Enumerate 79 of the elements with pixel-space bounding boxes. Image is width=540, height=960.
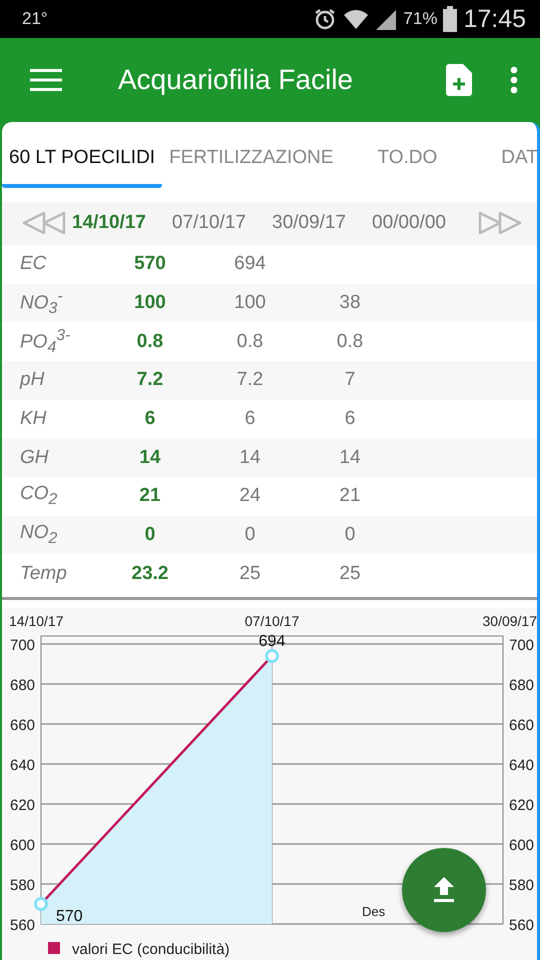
parameter-value: 6 [244,408,256,430]
parameter-value: 7.2 [236,369,264,392]
upload-button[interactable] [402,848,486,932]
y-axis-label: 660 [10,716,36,734]
y-axis-label: 700 [509,636,534,654]
parameter-name: KH [19,408,48,430]
parameter-value: 694 [233,253,267,276]
y-axis-label: 640 [10,756,36,774]
data-point [265,648,279,663]
parameter-value: 0 [244,524,256,546]
y-axis-label: 580 [509,876,534,894]
y-axis-label: 620 [10,796,36,814]
y-axis-label: 600 [509,836,534,854]
parameter-value: 23.2 [130,562,170,585]
date-label[interactable]: 30/09/17 [272,212,366,234]
parameter-value: 6 [144,408,156,430]
y-axis-label: 680 [10,676,36,694]
parameter-value: 570 [133,253,167,276]
tab[interactable]: 60 LT POECILIDI [2,132,162,188]
x-axis-label: 14/10/17 [9,612,64,629]
parameter-value: 0.8 [236,330,264,353]
parameter-value: 21 [138,485,162,508]
battery-text: 71% [403,9,438,29]
y-axis-label: 640 [509,756,534,774]
y-axis-label: 700 [10,636,36,654]
parameter-value: 21 [338,485,362,508]
y-axis-label: 680 [509,676,534,694]
legend-label: valori EC (conducibilità) [72,940,230,958]
parameter-name: GH [19,446,50,469]
tab[interactable]: TO.DO [370,132,444,188]
x-axis-label: 30/09/17 [482,612,537,629]
double-right-arrow-icon [478,211,522,236]
app-title: Acquariofilia Facile [118,64,354,96]
parameter-value: 25 [238,562,262,585]
parameter-value: 14 [138,446,162,469]
y-axis-label: 560 [509,916,534,934]
parameter-value: 6 [344,408,356,430]
legend-swatch [48,942,60,954]
add-file-icon [446,64,472,96]
alarm-icon [313,7,338,31]
parameter-value: 25 [338,562,362,585]
y-axis-label: 660 [509,716,534,734]
parameter-value: 0 [344,524,356,546]
parameter-value: 100 [233,292,267,314]
parameter-value: 7 [344,369,356,392]
y-axis-label: 560 [10,916,36,934]
data-point [34,896,48,911]
parameter-value: 0 [144,524,156,546]
temperature-text: 21° [22,9,48,29]
parameter-name: pH [18,369,46,392]
parameter-value: 0.8 [336,330,364,353]
chart-description: Des [362,904,386,919]
parameter-name: Temp [19,562,68,585]
x-axis-label: 07/10/17 [244,612,300,629]
data-label: 570 [56,908,83,925]
date-label[interactable]: 00/00/00 [372,212,472,234]
parameter-value: 38 [338,292,362,314]
parameter-value: 14 [338,446,362,469]
y-axis-label: 620 [509,796,534,814]
parameter-name: EC [19,253,48,276]
parameter-value: 0.8 [136,330,164,353]
parameter-value: 100 [133,292,167,314]
wifi-icon [343,7,370,31]
parameter-value: 14 [238,446,262,469]
battery-icon [443,6,458,32]
parameter-name: NO$_{2}$ [19,522,58,548]
clock-text: 17:45 [463,4,526,34]
tab[interactable]: FERTILIZZAZIONE [162,132,340,188]
parameter-value: 7.2 [136,369,164,392]
date-label[interactable]: 07/10/17 [172,212,266,234]
date-label[interactable]: 14/10/17 [72,212,166,234]
y-axis-label: 600 [10,836,36,854]
more-icon [510,66,518,94]
data-label: 694 [258,632,286,650]
parameter-name: CO$_{2}$ [19,483,58,510]
upload-icon [433,876,455,903]
double-left-arrow-icon [22,211,66,236]
y-axis-label: 580 [10,876,36,894]
parameter-value: 24 [238,485,262,508]
